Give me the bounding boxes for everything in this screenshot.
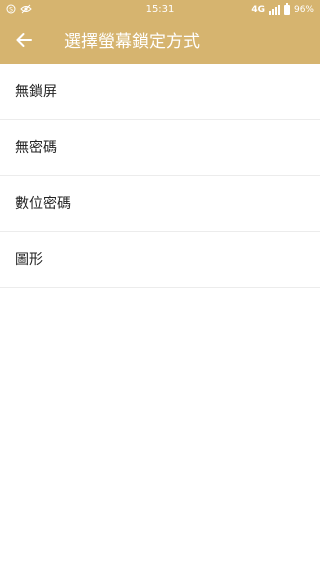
toolbar: 選擇螢幕鎖定方式 — [0, 20, 320, 64]
option-pin[interactable]: 數位密碼 — [0, 176, 320, 232]
network-type: 4G — [251, 5, 265, 15]
page-title: 選擇螢幕鎖定方式 — [64, 32, 200, 52]
battery-icon — [283, 3, 290, 15]
status-bar: S 15:31 4G 96% — [0, 0, 320, 20]
battery-percent: 96% — [293, 5, 314, 15]
back-button[interactable] — [8, 26, 40, 58]
arrow-left-icon — [15, 31, 33, 53]
status-right-icons: 4G 96% — [251, 3, 314, 16]
battery-fill — [284, 6, 289, 14]
signal-icon — [268, 5, 280, 15]
screen: S 15:31 4G 96% 選擇螢幕鎖定方式 無鎖屏 無密碼 數位密碼 圖形 — [0, 0, 320, 569]
option-pattern[interactable]: 圖形 — [0, 232, 320, 288]
option-no-lock[interactable]: 無鎖屏 — [0, 64, 320, 120]
option-no-password[interactable]: 無密碼 — [0, 120, 320, 176]
lock-method-list: 無鎖屏 無密碼 數位密碼 圖形 — [0, 64, 320, 288]
